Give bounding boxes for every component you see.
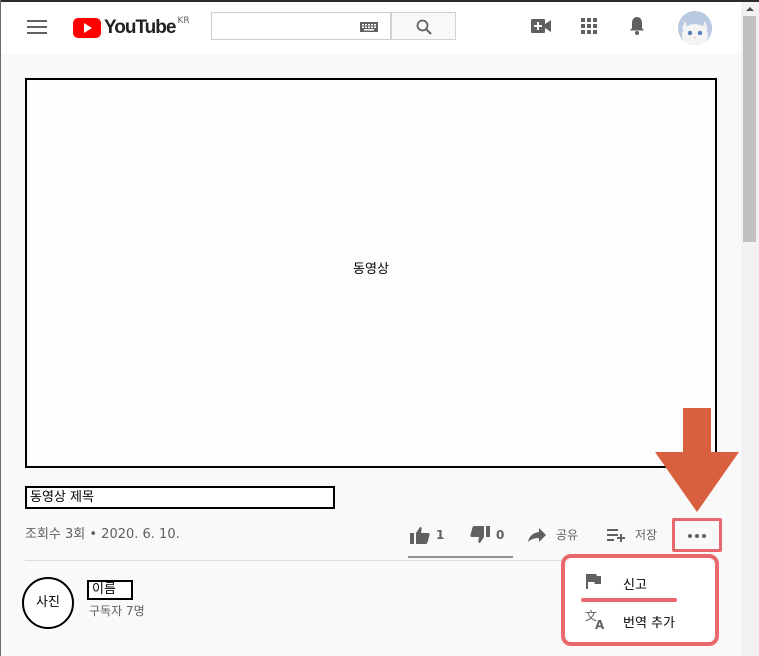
channel-name[interactable]: 이름 [87,580,133,600]
annotation-down-arrow-icon [655,408,739,512]
translate-icon: 文 A [585,608,605,630]
save-button[interactable]: 저장 [607,526,657,543]
share-label: 공유 [556,528,579,542]
keyboard-icon[interactable] [360,22,378,32]
like-button[interactable]: 1 [410,526,444,544]
scroll-up-arrow-icon[interactable] [741,2,759,16]
cat-avatar-icon [678,11,712,45]
logo-text: YouTube [104,17,176,38]
scrollbar[interactable] [741,2,759,656]
share-arrow-icon [528,527,546,542]
logo-region: KR [177,16,190,26]
share-button[interactable]: 공유 [528,526,578,543]
notifications-bell-icon[interactable] [629,16,645,36]
flag-icon [586,574,601,589]
like-count: 1 [436,528,445,542]
create-video-icon[interactable] [531,19,551,33]
more-dot-icon [688,534,692,538]
menu-item-label: 번역 추가 [623,616,675,631]
hamburger-menu-button[interactable] [27,20,47,36]
dislike-button[interactable]: 0 [470,526,504,544]
svg-text:A: A [595,618,605,630]
sentiment-bar [408,556,513,558]
youtube-logo[interactable]: YouTube KR [73,16,190,40]
video-player-placeholder[interactable]: 동영상 [25,78,717,468]
masthead: YouTube KR [1,2,741,54]
video-view-count-date: 조회수 3회 • 2020. 6. 10. [25,527,180,542]
menu-item-label: 신고 [623,578,647,593]
video-title: 동영상 제목 [25,486,335,509]
thumbs-down-icon [470,526,490,543]
search-icon [416,19,432,35]
search-input[interactable] [211,12,391,40]
apps-grid-icon[interactable] [581,18,597,34]
window-left-border [0,0,1,656]
more-dot-icon [702,534,706,538]
menu-item-report[interactable]: 신고 [565,564,715,602]
youtube-play-icon [73,18,101,38]
more-actions-button[interactable] [672,518,722,552]
menu-item-add-translation[interactable]: 文 A 번역 추가 [565,602,715,638]
more-dot-icon [695,534,699,538]
user-avatar[interactable] [678,11,712,45]
more-actions-menu: 신고 文 A 번역 추가 [561,554,719,646]
search-button[interactable] [391,12,456,40]
save-label: 저장 [635,528,658,542]
channel-avatar[interactable]: 사진 [22,577,74,629]
scrollbar-thumb[interactable] [743,16,756,242]
dislike-count: 0 [496,528,505,542]
thumbs-up-icon [410,527,430,544]
subscriber-count: 구독자 7명 [89,604,145,618]
video-placeholder-label: 동영상 [353,262,389,277]
playlist-add-icon [607,528,625,542]
